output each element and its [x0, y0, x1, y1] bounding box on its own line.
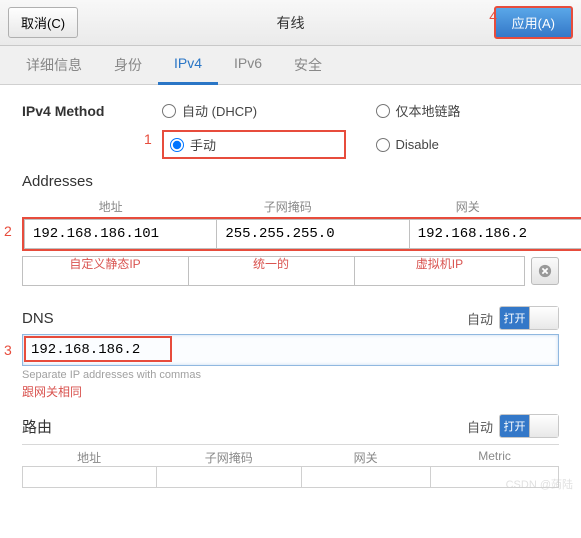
toggle-on-label-2: 打开 [500, 415, 529, 437]
addresses-title: Addresses [22, 173, 559, 190]
apply-button[interactable]: 应用(A) [494, 6, 573, 39]
dns-helper-red: 跟网关相同 [22, 383, 559, 400]
route-col-addr: 地址 [22, 449, 156, 466]
mask-input[interactable] [216, 219, 408, 249]
radio-linklocal-label: 仅本地链路 [396, 101, 461, 120]
route-col-mask: 子网掩码 [156, 449, 301, 466]
radio-linklocal[interactable]: 仅本地链路 [376, 101, 560, 120]
addresses-headers: 地址 子网掩码 网关 [22, 198, 559, 215]
tab-security[interactable]: 安全 [278, 46, 338, 84]
toggle-knob [529, 307, 558, 329]
delete-row-button-2[interactable] [531, 257, 559, 285]
dns-input[interactable] [22, 334, 559, 366]
route-col-gw: 网关 [301, 449, 430, 466]
col-addr: 地址 [22, 198, 199, 215]
window-title: 有线 [277, 13, 305, 33]
hint-addr: 自定义静态IP [22, 255, 188, 272]
radio-manual-label: 手动 [190, 135, 216, 154]
tab-identity[interactable]: 身份 [98, 46, 158, 84]
tab-ipv4[interactable]: IPv4 [158, 46, 218, 85]
dns-auto-label: 自动 [467, 309, 493, 328]
ipv4-method-row: IPv4 Method 自动 (DHCP) 仅本地链路 手动 Disable 1 [22, 101, 559, 159]
gw-input[interactable] [409, 219, 581, 249]
routes-auto-label: 自动 [467, 417, 493, 436]
hint-mask: 统一的 [188, 255, 354, 272]
address-row [22, 217, 581, 251]
title-bar: 取消(C) 有线 4 应用(A) [0, 0, 581, 46]
address-hints: 自定义静态IP 统一的 虚拟机IP [22, 255, 525, 272]
tabs-bar: 详细信息 身份 IPv4 IPv6 安全 [0, 46, 581, 85]
radio-disable[interactable]: Disable [376, 130, 560, 159]
route-row-empty [22, 466, 559, 488]
radio-disable-label: Disable [396, 137, 439, 152]
radio-dhcp[interactable]: 自动 (DHCP) [162, 101, 346, 120]
annotation-3: 3 [4, 342, 12, 358]
tab-ipv6[interactable]: IPv6 [218, 46, 278, 84]
ipv4-method-label: IPv4 Method [22, 101, 162, 119]
addr-input[interactable] [24, 219, 216, 249]
hint-gw: 虚拟机IP [354, 255, 525, 272]
watermark: CSDN @蒟陆 [506, 476, 573, 492]
dns-title: DNS [22, 310, 54, 327]
content-area: IPv4 Method 自动 (DHCP) 仅本地链路 手动 Disable 1… [0, 85, 581, 496]
annotation-1: 1 [144, 131, 152, 147]
radio-manual[interactable]: 手动 [162, 130, 346, 159]
radio-dhcp-label: 自动 (DHCP) [182, 101, 257, 120]
routes-auto-toggle[interactable]: 打开 [499, 414, 559, 438]
col-gw: 网关 [376, 198, 559, 215]
tab-details[interactable]: 详细信息 [10, 46, 98, 84]
toggle-on-label: 打开 [500, 307, 529, 329]
toggle-knob-2 [529, 415, 558, 437]
route-col-metric: Metric [430, 449, 559, 466]
cancel-button[interactable]: 取消(C) [8, 7, 78, 38]
col-mask: 子网掩码 [199, 198, 376, 215]
route-addr-cell[interactable] [22, 466, 156, 488]
route-gw-cell[interactable] [301, 466, 430, 488]
dns-auto-toggle[interactable]: 打开 [499, 306, 559, 330]
annotation-2: 2 [4, 223, 12, 239]
annotation-4: 4 [489, 8, 497, 24]
close-icon [538, 264, 552, 278]
route-headers: 地址 子网掩码 网关 Metric [22, 444, 559, 466]
routes-title: 路由 [22, 416, 52, 437]
route-mask-cell[interactable] [156, 466, 301, 488]
dns-helper: Separate IP addresses with commas [22, 369, 559, 381]
